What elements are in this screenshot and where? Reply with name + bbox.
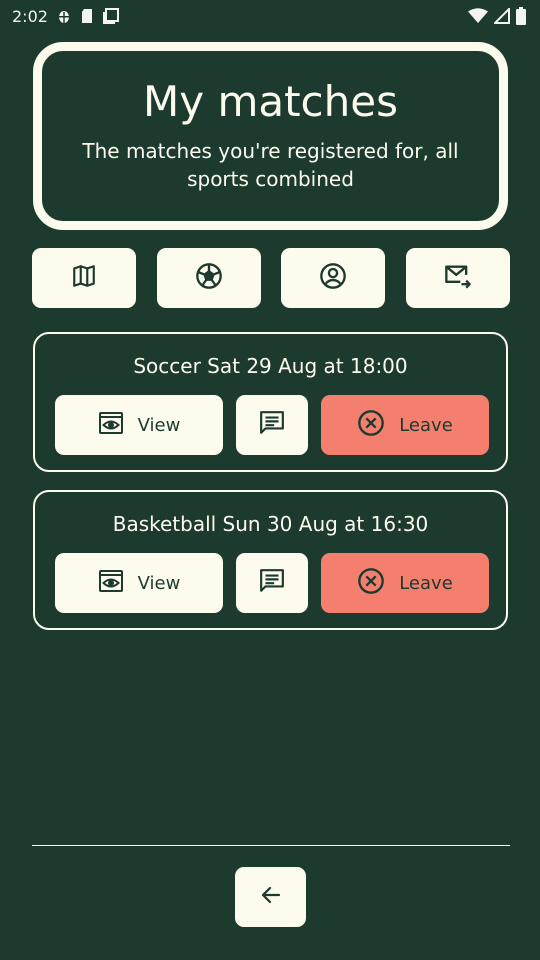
view-label: View (137, 414, 181, 436)
eye-icon (98, 569, 124, 598)
bug-icon (56, 8, 72, 24)
page-subtitle: The matches you're registered for, all s… (82, 139, 459, 192)
map-icon (71, 263, 97, 293)
sim-card-icon (80, 8, 94, 24)
wifi-icon (468, 8, 488, 24)
view-button[interactable]: View (55, 553, 223, 613)
header-card: My matches The matches you're registered… (33, 42, 508, 230)
battery-icon (516, 7, 526, 25)
footer-divider (32, 845, 510, 846)
leave-button[interactable]: Leave (321, 553, 489, 613)
match-card: Basketball Sun 30 Aug at 16:30 View Leav… (33, 490, 508, 630)
sports-button[interactable] (156, 248, 261, 308)
screenshot-icon (102, 7, 120, 25)
chat-button[interactable] (236, 395, 308, 455)
signal-icon (494, 8, 510, 24)
match-title: Basketball Sun 30 Aug at 16:30 (112, 512, 429, 536)
nav-row (32, 248, 510, 308)
arrow-left-icon (259, 883, 283, 911)
chat-icon (258, 568, 286, 599)
match-card: Soccer Sat 29 Aug at 18:00 View Leave (33, 332, 508, 472)
chat-icon (258, 410, 286, 441)
leave-button[interactable]: Leave (321, 395, 489, 455)
status-time: 2:02 (12, 6, 48, 26)
status-right (468, 7, 526, 25)
eye-icon (98, 411, 124, 440)
profile-button[interactable] (281, 248, 386, 308)
cancel-circle-icon (357, 409, 385, 442)
mail-forward-icon (444, 263, 472, 293)
leave-label: Leave (399, 414, 453, 436)
status-left: 2:02 (12, 7, 120, 26)
soccer-ball-icon (195, 262, 223, 294)
status-bar: 2:02 (0, 0, 540, 32)
account-icon (319, 262, 347, 294)
map-button[interactable] (32, 248, 136, 308)
back-button[interactable] (235, 867, 306, 927)
view-label: View (137, 572, 181, 594)
leave-label: Leave (399, 572, 453, 594)
match-title: Soccer Sat 29 Aug at 18:00 (133, 354, 408, 378)
view-button[interactable]: View (55, 395, 223, 455)
page-title: My matches (143, 76, 398, 126)
cancel-circle-icon (357, 567, 385, 600)
invite-button[interactable] (405, 248, 510, 308)
chat-button[interactable] (236, 553, 308, 613)
